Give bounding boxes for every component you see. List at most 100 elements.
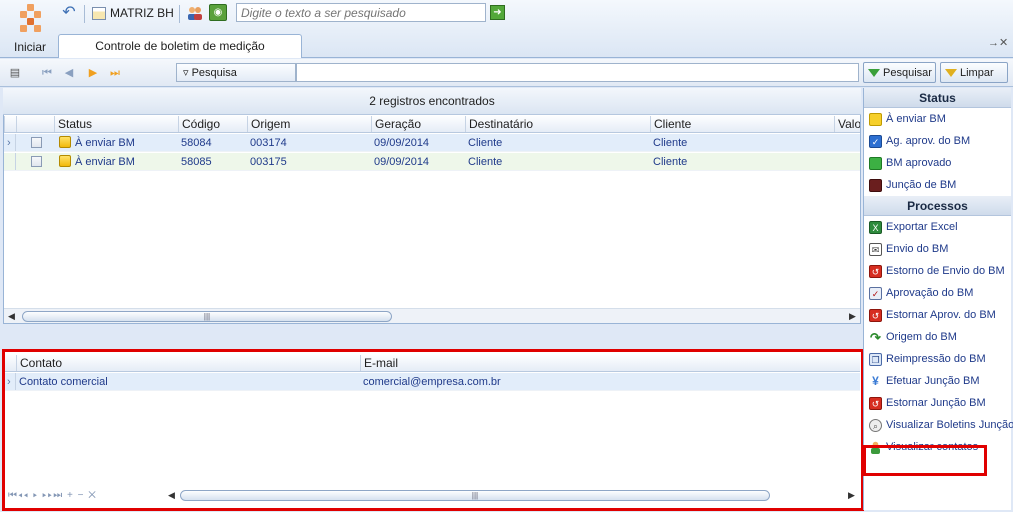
copy-document-icon: ❐ (869, 352, 882, 366)
status-item-label: BM aprovado (886, 157, 952, 169)
row-indicator (4, 153, 16, 170)
process-reimpressao[interactable]: ❐ Reimpressão do BM (864, 348, 1011, 370)
process-item-label: Visualizar contatos (886, 441, 979, 453)
undo-red-icon: ↺ (869, 396, 882, 410)
cell-geracao: 09/09/2014 (374, 137, 430, 149)
branch-selector[interactable]: MATRIZ BH (92, 4, 174, 22)
cell-destinatario: Cliente (468, 156, 503, 168)
cell-status: À enviar BM (56, 153, 176, 170)
process-efetuar-juncao[interactable]: ¥ Efetuar Junção BM (864, 370, 1011, 392)
green-arrow-icon: ↷ (870, 329, 881, 345)
cell-destinatario: Cliente (468, 137, 503, 149)
process-item-label: Origem do BM (886, 331, 957, 343)
contacts-horizontal-scrollbar[interactable]: ◀ ||| ▶ (164, 488, 860, 503)
col-status[interactable]: Status (54, 116, 178, 132)
brown-square-icon (869, 178, 882, 192)
process-visualizar-contatos[interactable]: Visualizar contatos (864, 436, 1011, 458)
process-section-header: Processos (864, 196, 1011, 216)
process-estornar-juncao[interactable]: ↺ Estornar Junção BM (864, 392, 1011, 414)
first-record-icon[interactable]: ⏮ (40, 66, 54, 80)
search-button[interactable]: Pesquisar (863, 62, 936, 83)
process-estorno-envio[interactable]: ↺ Estorno de Envio do BM (864, 260, 1011, 282)
panel-splitter[interactable] (3, 325, 861, 349)
col-codigo[interactable]: Código (178, 116, 247, 132)
process-origem[interactable]: ↷ Origem do BM (864, 326, 1011, 348)
toolbar-separator (84, 5, 85, 23)
scroll-right-icon[interactable]: ▶ (849, 309, 856, 324)
row-indicator-header (4, 355, 16, 371)
row-checkbox[interactable] (31, 156, 42, 167)
contacts-navigator[interactable]: ⏮◂◂ ▸ ▸▸⏭ + − ✕ (8, 490, 97, 501)
col-contato[interactable]: Contato (16, 355, 360, 371)
col-email[interactable]: E-mail (360, 355, 860, 371)
tab-controle-boletim[interactable]: Controle de boletim de medição (58, 34, 302, 58)
branch-label: MATRIZ BH (110, 6, 174, 20)
col-cliente[interactable]: Cliente (650, 116, 834, 132)
search-button-label: Pesquisar (883, 66, 932, 79)
scrollbar-thumb[interactable]: ||| (180, 490, 770, 501)
users-icon[interactable] (186, 5, 204, 21)
col-valor[interactable]: Valor (834, 116, 860, 132)
clear-button[interactable]: Limpar (940, 62, 1008, 83)
col-geracao[interactable]: Geração (371, 116, 465, 132)
process-aprovacao[interactable]: ✓ Aprovação do BM (864, 282, 1011, 304)
filter-input[interactable] (296, 63, 859, 82)
row-checkbox-cell (28, 153, 48, 170)
status-item-a-enviar[interactable]: À enviar BM (864, 108, 1011, 130)
row-indicator-header (4, 116, 16, 132)
search-go-icon[interactable]: ➜ (490, 5, 505, 20)
excel-icon: X (869, 220, 882, 234)
undo-red-icon: ↺ (869, 308, 882, 322)
status-item-juncao[interactable]: Junção de BM (864, 174, 1011, 196)
yellow-square-icon (869, 112, 882, 126)
process-estornar-aprov[interactable]: ↺ Estornar Aprov. do BM (864, 304, 1011, 326)
scroll-left-icon[interactable]: ◀ (8, 309, 15, 324)
clear-filter-icon (945, 68, 957, 77)
cell-geracao: 09/09/2014 (374, 156, 430, 168)
search-field-dropdown[interactable]: ▿ Pesquisa (176, 63, 296, 82)
row-indicator-icon: › (4, 373, 16, 390)
global-search-input[interactable] (236, 3, 486, 22)
col-destinatario[interactable]: Destinatário (465, 116, 650, 132)
close-tab-icon[interactable]: →✕ (988, 36, 1008, 49)
table-row[interactable]: › Contato comercial comercial@empresa.co… (4, 373, 860, 391)
person-icon (871, 441, 880, 454)
process-item-label: Exportar Excel (886, 221, 958, 233)
magnifier-icon: ⌕ (869, 418, 882, 432)
merge-icon: ¥ (872, 373, 879, 388)
scroll-left-icon[interactable]: ◀ (168, 488, 175, 503)
cell-status-text: À enviar BM (75, 156, 135, 168)
process-item-label: Reimpressão do BM (886, 353, 986, 365)
blue-check-icon: ✓ (869, 134, 882, 148)
process-exportar-excel[interactable]: X Exportar Excel (864, 216, 1011, 238)
records-summary: 2 registros encontrados (3, 88, 861, 115)
contacts-header: Contato E-mail (4, 355, 860, 372)
side-panel: Status À enviar BM ✓ Ag. aprov. do BM BM… (863, 88, 1013, 510)
previous-record-icon[interactable]: ◀ (62, 66, 76, 80)
printer-icon[interactable]: ▤ (8, 66, 22, 80)
next-record-icon[interactable]: ▶ (86, 66, 100, 80)
status-item-aprovado[interactable]: BM aprovado (864, 152, 1011, 174)
grid-horizontal-scrollbar[interactable]: ◀ ||| ▶ (4, 308, 860, 323)
undo-icon[interactable]: ↶ (60, 4, 78, 22)
row-checkbox[interactable] (31, 137, 42, 148)
grid-header: Status Código Origem Geração Destinatári… (4, 116, 860, 133)
row-checkbox-cell (28, 134, 48, 151)
scroll-right-icon[interactable]: ▶ (848, 488, 855, 503)
search-field-label: Pesquisa (191, 67, 237, 79)
scrollbar-thumb[interactable]: ||| (22, 311, 392, 322)
table-row[interactable]: › À enviar BM 58084 003174 09/09/2014 Cl… (4, 134, 860, 152)
calendar-icon (92, 6, 106, 20)
process-visualizar-boletins[interactable]: ⌕ Visualizar Boletins Junção (864, 414, 1013, 436)
app-logo-icon[interactable] (16, 4, 46, 34)
view-icon[interactable]: ◉ (209, 4, 227, 21)
start-button[interactable]: Iniciar (6, 40, 54, 54)
cell-origem: 003175 (250, 156, 287, 168)
process-item-label: Envio do BM (886, 243, 949, 255)
last-record-icon[interactable]: ⏭ (108, 66, 122, 80)
table-row[interactable]: À enviar BM 58085 003175 09/09/2014 Clie… (4, 153, 860, 171)
status-item-ag-aprov[interactable]: ✓ Ag. aprov. do BM (864, 130, 1011, 152)
process-envio-bm[interactable]: ✉ Envio do BM (864, 238, 1011, 260)
col-origem[interactable]: Origem (247, 116, 371, 132)
cell-status-text: À enviar BM (75, 137, 135, 149)
